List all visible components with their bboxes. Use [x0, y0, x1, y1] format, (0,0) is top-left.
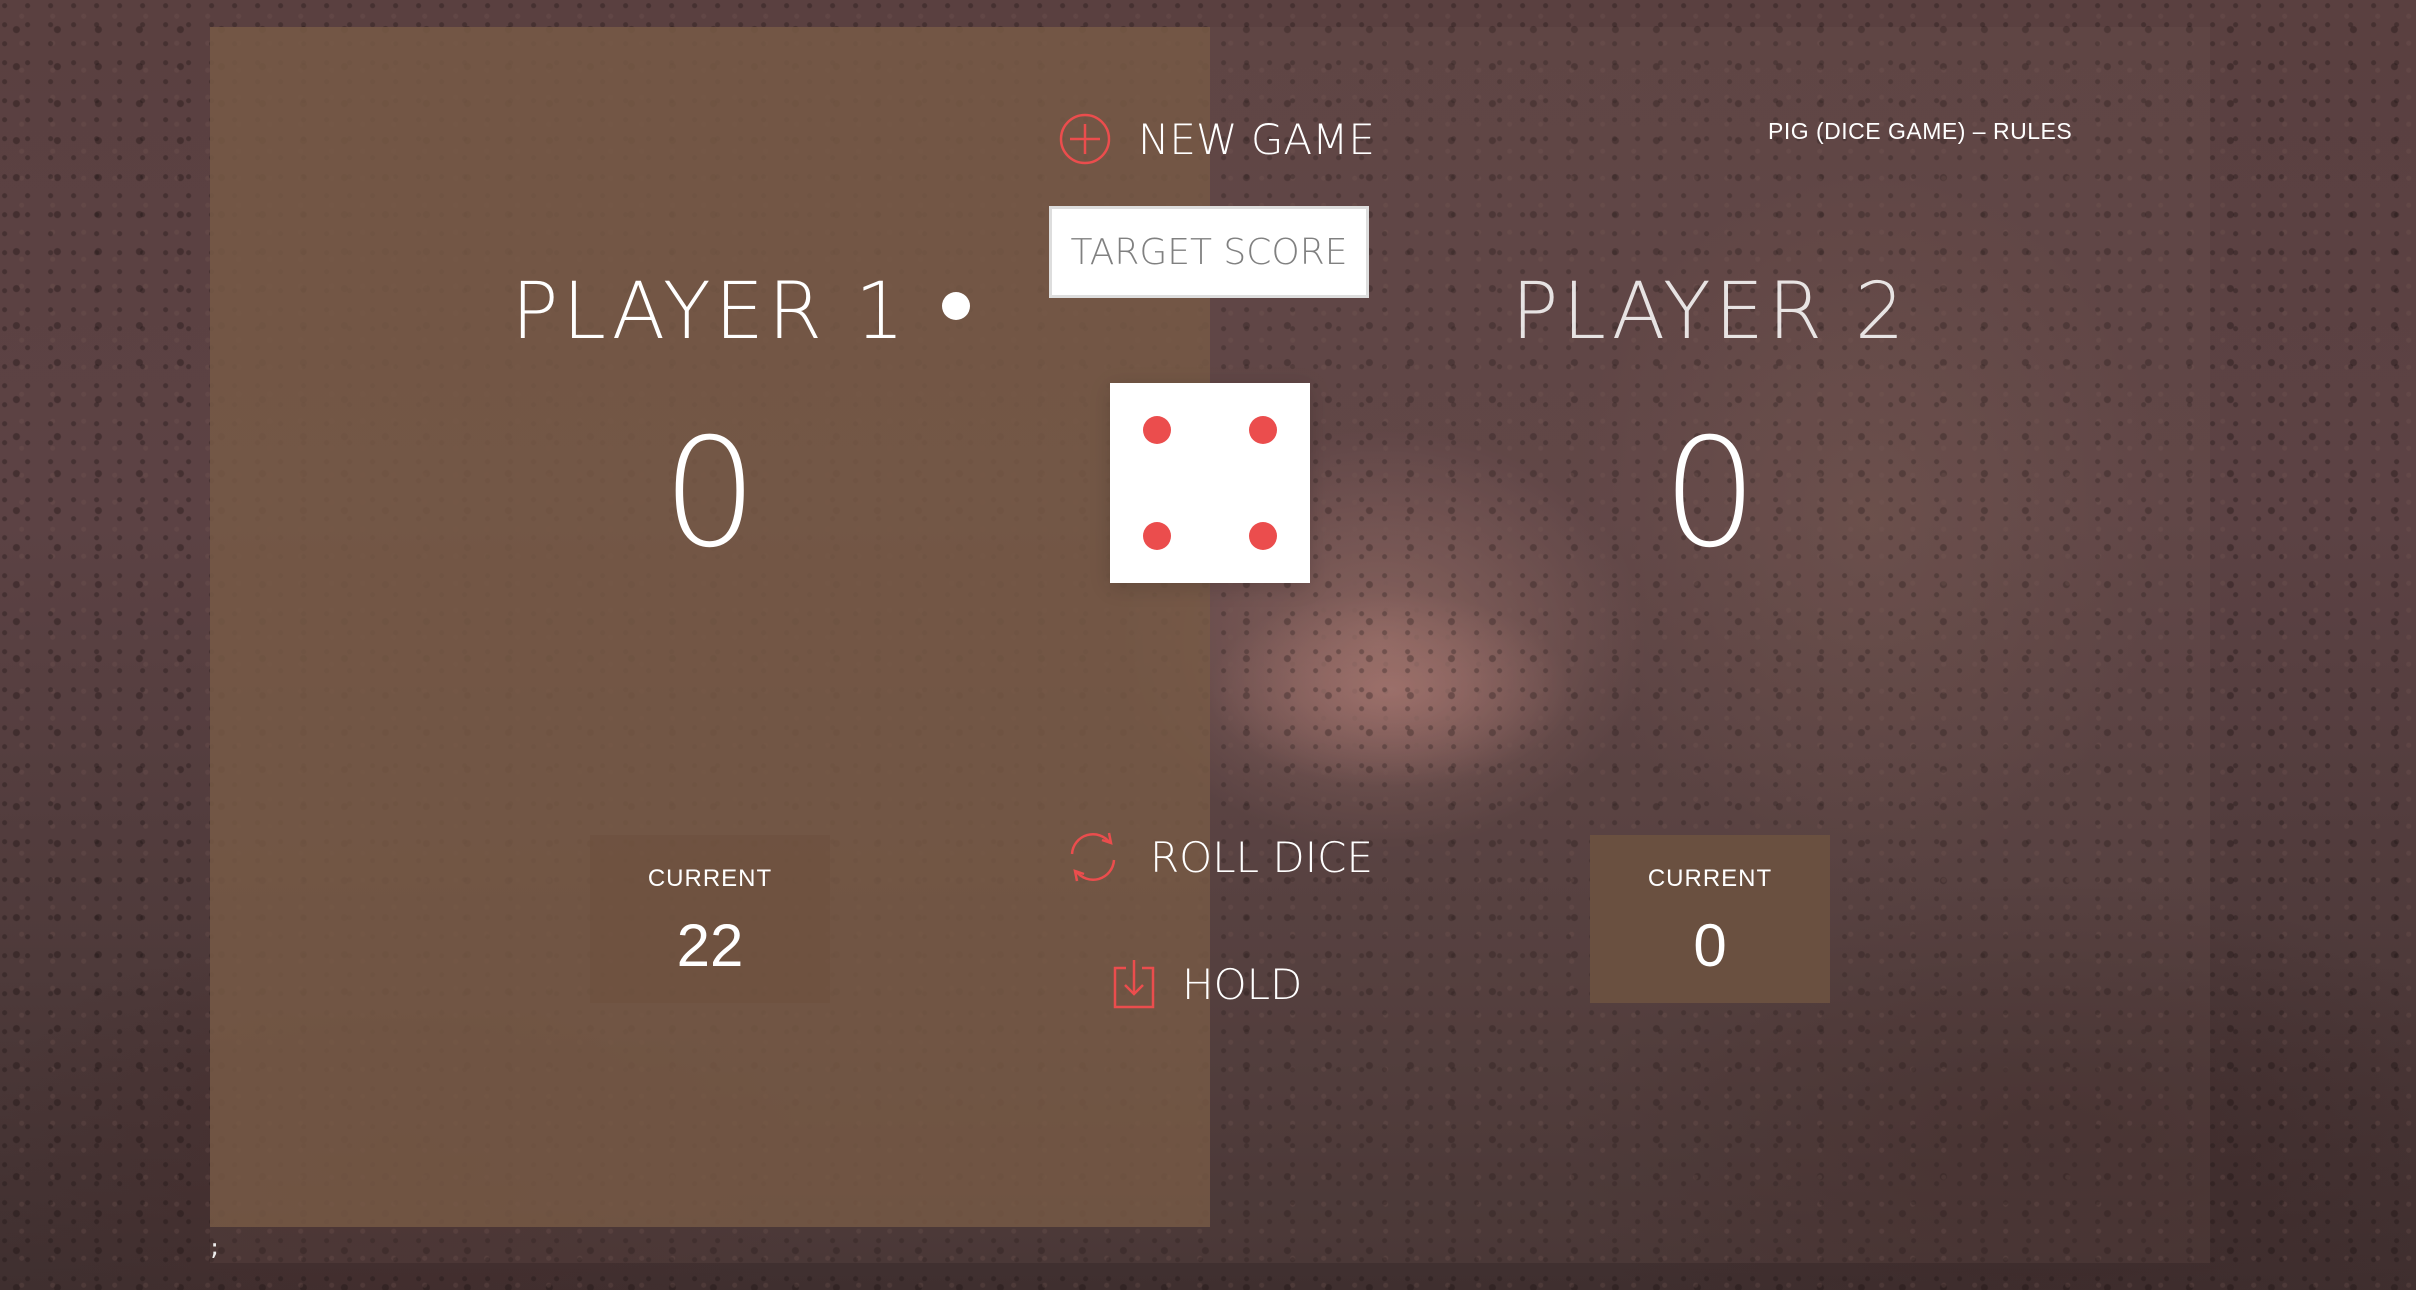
plus-circle-icon: [1059, 113, 1111, 165]
player-1-current-box: CURRENT 22: [590, 835, 830, 1003]
hold-button[interactable]: HOLD: [1112, 958, 1302, 1010]
player-1-current-label: CURRENT: [647, 865, 773, 892]
roll-dice-label: ROLL DICE: [1150, 832, 1373, 882]
roll-dice-button[interactable]: ROLL DICE: [1062, 828, 1373, 886]
new-game-label: NEW GAME: [1138, 114, 1375, 164]
player-2-current-score: 0: [1693, 912, 1727, 979]
hold-label: HOLD: [1182, 959, 1303, 1009]
dice-pip: [1143, 522, 1171, 550]
target-score-input[interactable]: [1049, 206, 1369, 298]
new-game-button[interactable]: NEW GAME: [1058, 112, 1375, 166]
player-1-current-score: 22: [676, 912, 744, 979]
player-2-current-label: CURRENT: [1647, 865, 1773, 892]
stray-semicolon: ;: [208, 1236, 222, 1261]
rules-link[interactable]: PIG (DICE GAME) – RULES: [1768, 118, 2072, 145]
dice: [1110, 383, 1310, 583]
player-1-score: 0: [662, 407, 758, 581]
dice-pip: [1143, 416, 1171, 444]
refresh-icon: [1070, 832, 1116, 882]
download-icon: [1113, 960, 1155, 1009]
dice-pip: [1249, 416, 1277, 444]
active-player-dot: [942, 292, 970, 320]
player-2-current-box: CURRENT 0: [1590, 835, 1830, 1003]
player-2-score: 0: [1662, 407, 1758, 581]
dice-pip: [1249, 522, 1277, 550]
